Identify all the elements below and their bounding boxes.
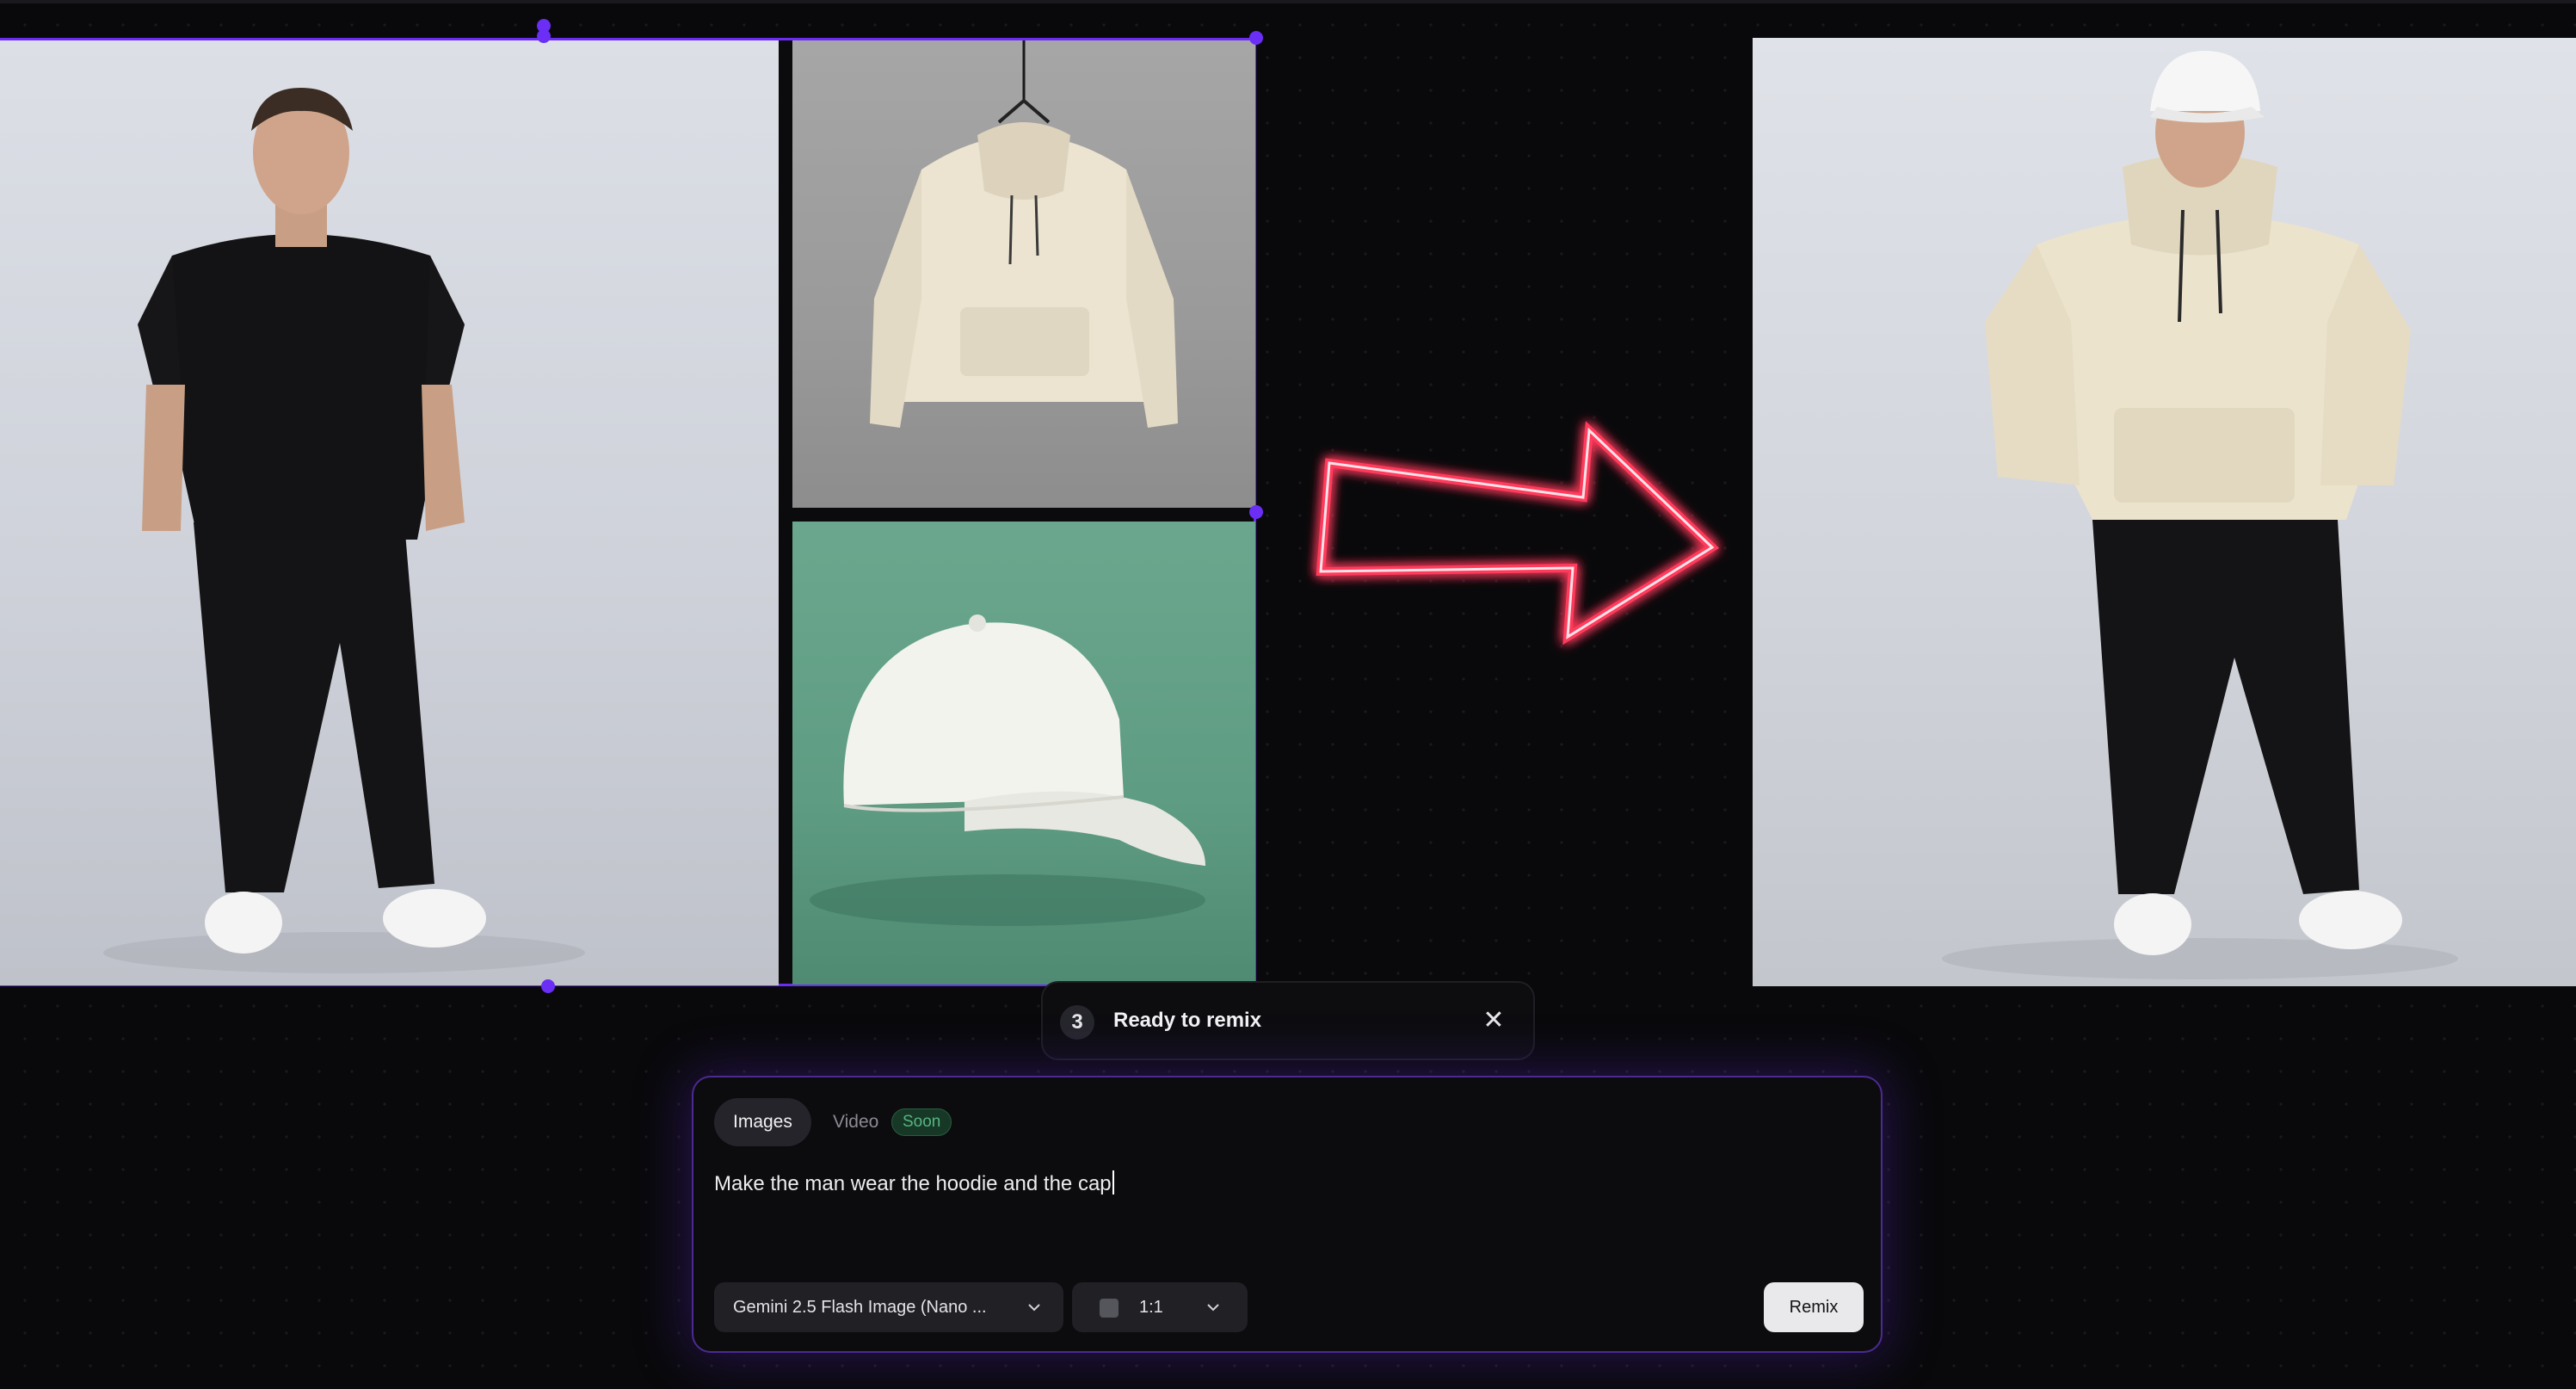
chevron-down-icon xyxy=(1028,1304,1040,1312)
text-caret xyxy=(1112,1170,1114,1195)
remix-status: 3 Ready to remix ✕ xyxy=(1041,981,1535,1060)
model-select[interactable]: Gemini 2.5 Flash Image (Nano ... xyxy=(714,1282,1063,1332)
prompt-text: Make the man wear the hoodie and the cap xyxy=(714,1172,1112,1195)
hoodie-figure xyxy=(870,40,1178,428)
resize-handle-top-right[interactable] xyxy=(1249,31,1263,45)
top-strip xyxy=(0,0,2576,3)
tab-images[interactable]: Images xyxy=(714,1098,811,1146)
source-image-man[interactable] xyxy=(0,40,779,985)
result-figure xyxy=(1942,51,2458,979)
man-figure xyxy=(103,88,585,973)
chevron-down-icon xyxy=(1207,1304,1219,1312)
close-icon[interactable]: ✕ xyxy=(1478,1005,1509,1036)
aspect-ratio-select[interactable]: 1:1 xyxy=(1072,1282,1248,1332)
prompt-panel: Images Video Soon Make the man wear the … xyxy=(692,1076,1883,1353)
aspect-ratio-label: 1:1 xyxy=(1139,1298,1163,1317)
source-image-hoodie[interactable] xyxy=(792,40,1255,508)
neon-arrow-right-icon xyxy=(1316,421,1720,645)
model-select-label: Gemini 2.5 Flash Image (Nano ... xyxy=(733,1298,987,1317)
resize-handle-top-outer[interactable] xyxy=(537,29,551,43)
resize-handle-right[interactable] xyxy=(1249,505,1263,519)
soon-badge: Soon xyxy=(891,1108,952,1136)
tab-video[interactable]: Video xyxy=(833,1098,878,1146)
cap-figure xyxy=(810,614,1205,926)
prompt-input[interactable]: Make the man wear the hoodie and the cap xyxy=(714,1167,1858,1201)
result-image[interactable] xyxy=(1753,38,2576,986)
selected-count-badge: 3 xyxy=(1060,1005,1094,1040)
status-text: Ready to remix xyxy=(1113,1009,1262,1032)
remix-canvas[interactable]: 3 Ready to remix ✕ Images Video Soon Mak… xyxy=(0,0,2576,1389)
remix-button[interactable]: Remix xyxy=(1764,1282,1864,1332)
square-ratio-icon xyxy=(1100,1299,1119,1318)
resize-handle-bottom[interactable] xyxy=(541,979,555,993)
source-image-cap[interactable] xyxy=(792,522,1255,985)
